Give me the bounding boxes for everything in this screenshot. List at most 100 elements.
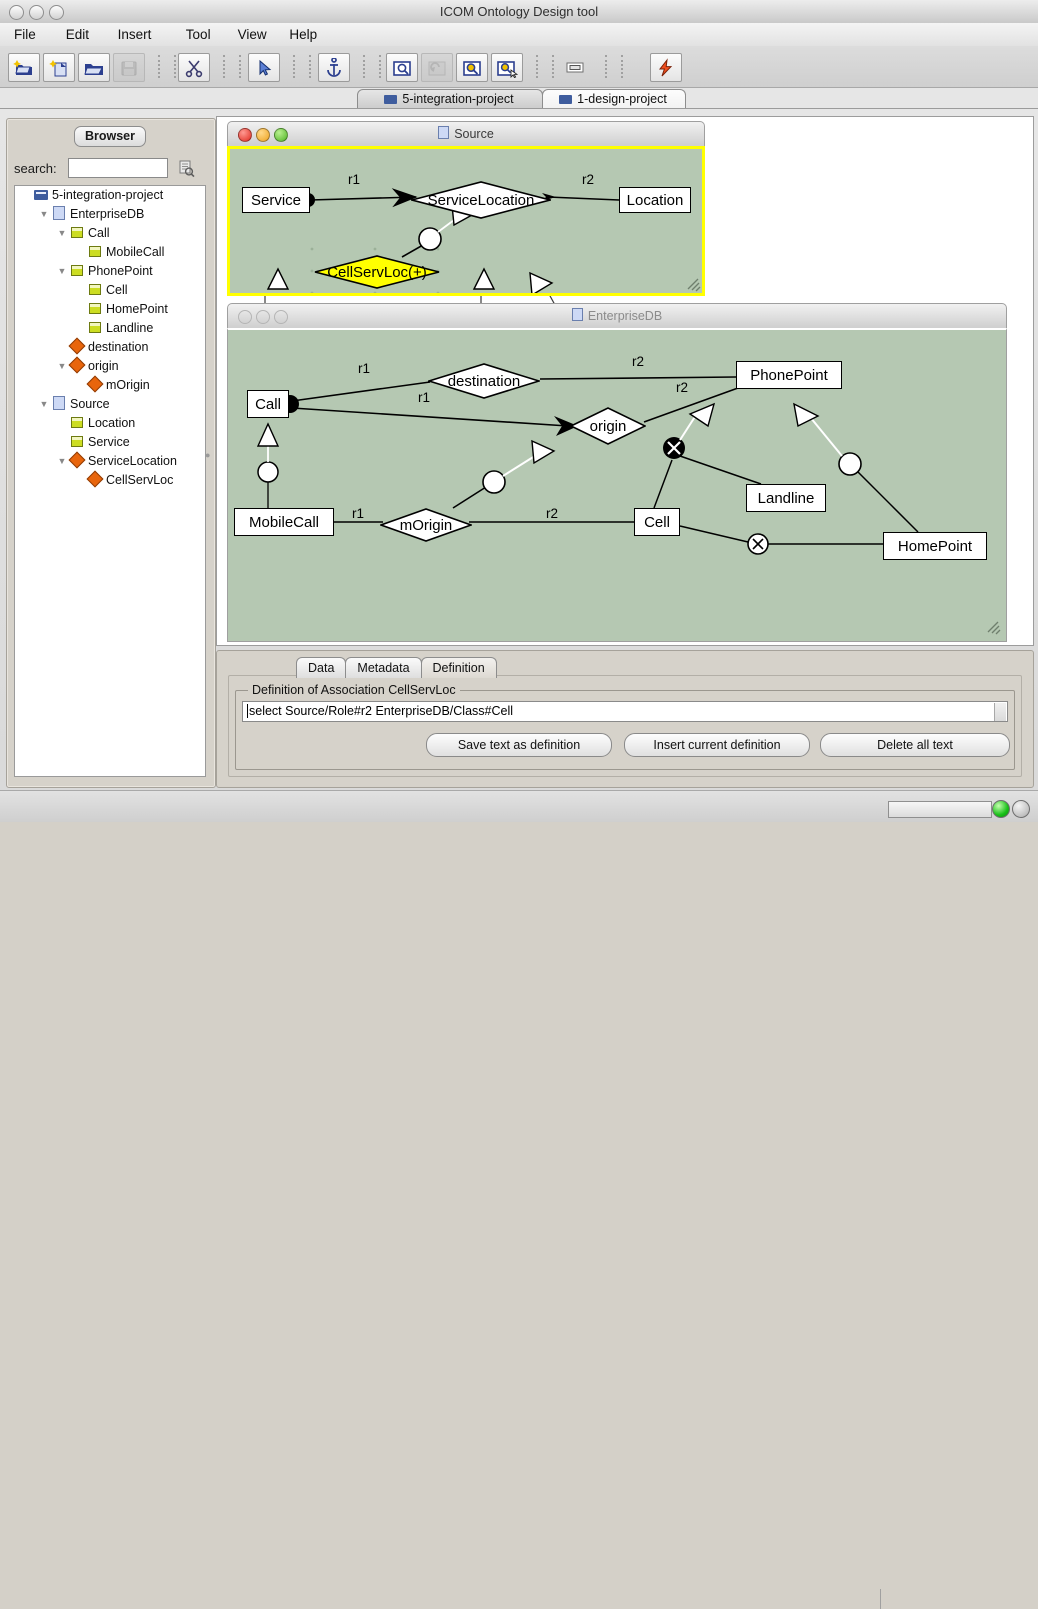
inspector-tab-definition[interactable]: Definition — [420, 657, 497, 678]
menu-insert[interactable]: Insert — [110, 23, 160, 46]
definition-panel: Definition of Association CellServLoc se… — [228, 675, 1022, 777]
tree-item-enterprisedb[interactable]: ▼ EnterpriseDB — [15, 205, 205, 224]
definition-scrollbar[interactable] — [994, 703, 1006, 721]
source-diagram-canvas[interactable]: Service Location ServiceLocation CellServLo… — [227, 146, 705, 296]
tab-browser[interactable]: Browser — [74, 126, 146, 147]
anchor-icon[interactable] — [318, 53, 350, 82]
tree-item-label: EnterpriseDB — [70, 207, 145, 221]
edb-diagram-canvas[interactable]: Call MobileCall Cell Landline PhonePoint Home… — [227, 328, 1007, 642]
menu-tool[interactable]: Tool — [178, 23, 219, 46]
search-input[interactable] — [68, 158, 168, 178]
edge-role-label: r1 — [352, 506, 365, 521]
tree-item-source[interactable]: ▼ Source — [15, 395, 205, 414]
entity-node[interactable]: PhonePoint — [736, 361, 842, 389]
project-tab-1[interactable]: 5-integration-project — [357, 89, 543, 108]
tree-item-label: PhonePoint — [88, 264, 153, 278]
diagram-window-source[interactable]: Source Service Location ServiceLocation … — [227, 121, 705, 296]
tree-item-mobilecall[interactable]: MobileCall — [15, 243, 205, 262]
search-run-icon[interactable] — [174, 157, 198, 180]
toolbar-separator — [605, 55, 608, 78]
entity-node[interactable]: HomePoint — [883, 532, 987, 560]
relation-node[interactable]: CellServLoc(+) — [314, 255, 440, 289]
tree-item-call[interactable]: ▼ Call — [15, 224, 205, 243]
toolbar-separator — [363, 55, 366, 78]
minimize-view-icon[interactable] — [560, 53, 590, 80]
tree-scroll-marker[interactable]: ● — [205, 450, 210, 460]
relation-node[interactable]: origin — [570, 407, 646, 445]
project-tab-2[interactable]: 1-design-project — [542, 89, 686, 108]
entity-node[interactable]: MobileCall — [234, 508, 334, 536]
entity-node[interactable]: Location — [619, 187, 691, 213]
toolbar-separator — [621, 55, 624, 78]
tree-item-label: MobileCall — [106, 245, 165, 259]
cut-scissors-icon[interactable] — [178, 53, 210, 82]
edge-role-label: r1 — [348, 172, 361, 187]
tree-item-location[interactable]: Location — [15, 414, 205, 433]
tree-twisty-open-icon[interactable]: ▼ — [55, 262, 69, 281]
class-icon — [87, 300, 102, 319]
edb-document-icon — [571, 308, 583, 321]
tree-item-cell[interactable]: Cell — [15, 281, 205, 300]
tree-twisty-open-icon[interactable]: ▼ — [37, 395, 51, 414]
entity-node[interactable]: Landline — [746, 484, 826, 512]
definition-text-input[interactable]: select Source/Role#r2 EnterpriseDB/Class… — [242, 701, 1008, 722]
status-indicator-idle — [1012, 800, 1030, 818]
menu-edit[interactable]: Edit — [58, 23, 97, 46]
definition-button-save-text-as-definition[interactable]: Save text as definition — [426, 733, 612, 757]
open-folder-icon[interactable] — [78, 53, 110, 82]
new-project-icon[interactable] — [8, 53, 40, 82]
tree-item-landline[interactable]: Landline — [15, 319, 205, 338]
relation-node[interactable]: ServiceLocation — [411, 181, 551, 219]
tree-twisty-open-icon[interactable]: ▼ — [55, 357, 69, 376]
tree-item-morigin[interactable]: mOrigin — [15, 375, 205, 395]
tree-item-servicelocation[interactable]: ▼ ServiceLocation — [15, 451, 205, 471]
definition-button-delete-all-text[interactable]: Delete all text — [820, 733, 1010, 757]
reasoner-bolt-icon[interactable] — [650, 53, 682, 82]
relation-node[interactable]: destination — [428, 363, 540, 399]
source-window-titlebar: Source — [227, 121, 705, 146]
menu-view[interactable]: View — [230, 23, 275, 46]
tree-item-service[interactable]: Service — [15, 433, 205, 452]
entity-node[interactable]: Service — [242, 187, 310, 213]
tree-item-label: Landline — [106, 321, 154, 335]
ontology-tree[interactable]: 5-integration-project ▼ EnterpriseDB ▼ Call M… — [14, 185, 206, 777]
tree-item-origin[interactable]: ▼ origin — [15, 356, 205, 376]
entity-node[interactable]: Cell — [634, 508, 680, 536]
tree-twisty-open-icon[interactable]: ▼ — [55, 224, 69, 243]
inspector-tab-data[interactable]: Data — [296, 657, 347, 678]
zoom-select-icon[interactable] — [491, 53, 523, 82]
ontology-document-icon — [51, 205, 66, 224]
tree-item-phonepoint[interactable]: ▼ PhonePoint — [15, 262, 205, 281]
undo-layout-icon — [421, 53, 453, 82]
tree-twisty-open-icon[interactable]: ▼ — [55, 452, 69, 471]
new-document-icon[interactable] — [43, 53, 75, 82]
relation-label: origin — [589, 417, 627, 435]
tree-item-homepoint[interactable]: HomePoint — [15, 300, 205, 319]
tree-item-label: Source — [70, 397, 110, 411]
tree-item-label: origin — [88, 359, 119, 373]
association-icon — [86, 375, 103, 395]
class-icon — [87, 319, 102, 338]
entity-label: MobileCall — [248, 513, 320, 531]
tree-item-cellservloc[interactable]: CellServLoc — [15, 470, 205, 490]
ontology-document-icon — [51, 395, 66, 414]
relation-node[interactable]: mOrigin — [380, 508, 472, 542]
entity-node[interactable]: Call — [247, 390, 289, 418]
menu-file[interactable]: File — [6, 23, 44, 46]
project-tab-strip: 5-integration-project 1-design-project — [0, 87, 1038, 109]
diagram-window-enterprisedb[interactable]: EnterpriseDB Call MobileCall Cell Landli… — [227, 303, 1007, 642]
pointer-arrow-icon[interactable] — [248, 53, 280, 82]
association-icon — [68, 356, 85, 376]
menu-help[interactable]: Help — [281, 23, 325, 46]
toolbar-separator — [536, 55, 539, 78]
zoom-in-icon[interactable] — [456, 53, 488, 82]
toolbar-separator — [552, 55, 555, 78]
zoom-fit-icon[interactable] — [386, 53, 418, 82]
tree-twisty-open-icon[interactable]: ▼ — [37, 205, 51, 224]
tree-item-5-integration-project[interactable]: 5-integration-project — [15, 186, 205, 205]
tree-item-destination[interactable]: destination — [15, 337, 205, 357]
inspector-tab-metadata[interactable]: Metadata — [345, 657, 422, 678]
tree-item-label: Cell — [106, 283, 128, 297]
toolbar-separator — [239, 55, 242, 78]
definition-button-insert-current-definition[interactable]: Insert current definition — [624, 733, 810, 757]
